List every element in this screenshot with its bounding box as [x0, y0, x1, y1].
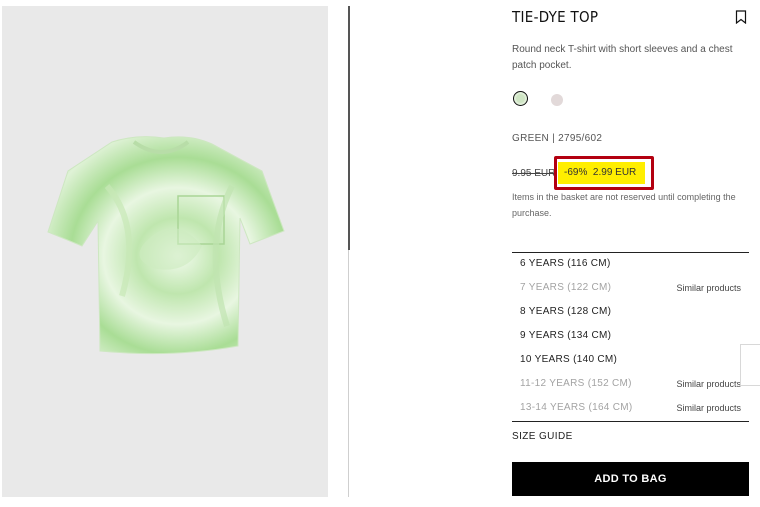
bookmark-icon[interactable]	[735, 10, 747, 24]
size-option[interactable]: 8 YEARS (128 CM)	[512, 301, 749, 325]
size-label: 7 YEARS (122 CM)	[520, 282, 612, 293]
divider	[348, 250, 349, 497]
tshirt-image	[47, 136, 285, 355]
similar-products-link[interactable]: Similar products	[676, 379, 741, 389]
size-option[interactable]: 11-12 YEARS (152 CM) Similar products	[512, 373, 749, 397]
size-label: 11-12 YEARS (152 CM)	[520, 378, 632, 389]
size-selector: 6 YEARS (116 CM) 7 YEARS (122 CM) Simila…	[512, 252, 749, 422]
size-option[interactable]: 13-14 YEARS (164 CM) Similar products	[512, 397, 749, 421]
product-title: TIE-DYE TOP	[512, 8, 599, 26]
scroll-indicator[interactable]	[348, 6, 350, 250]
color-reference: GREEN | 2795/602	[512, 133, 603, 144]
color-swatch-pink[interactable]	[551, 94, 563, 106]
similar-products-link[interactable]: Similar products	[676, 403, 741, 413]
size-label: 6 YEARS (116 CM)	[520, 258, 611, 269]
side-tab[interactable]	[740, 344, 760, 386]
color-swatch-green[interactable]	[513, 91, 528, 106]
size-label: 13-14 YEARS (164 CM)	[520, 402, 633, 413]
size-option[interactable]: 6 YEARS (116 CM)	[512, 253, 749, 277]
size-option[interactable]: 7 YEARS (122 CM) Similar products	[512, 277, 749, 301]
price-highlight-annotation	[554, 156, 654, 190]
size-label: 9 YEARS (134 CM)	[520, 330, 612, 341]
product-image[interactable]	[2, 6, 328, 497]
size-label: 8 YEARS (128 CM)	[520, 306, 612, 317]
size-option[interactable]: 9 YEARS (134 CM)	[512, 325, 749, 349]
add-to-bag-button[interactable]: ADD TO BAG	[512, 462, 749, 496]
size-option[interactable]: 10 YEARS (140 CM)	[512, 349, 749, 373]
product-description: Round neck T-shirt with short sleeves an…	[512, 44, 733, 71]
size-label: 10 YEARS (140 CM)	[520, 354, 618, 365]
size-guide-link[interactable]: SIZE GUIDE	[512, 431, 573, 442]
old-price: 9.95 EUR	[512, 168, 556, 179]
similar-products-link[interactable]: Similar products	[676, 283, 741, 293]
basket-note: Items in the basket are not reserved unt…	[512, 192, 736, 218]
